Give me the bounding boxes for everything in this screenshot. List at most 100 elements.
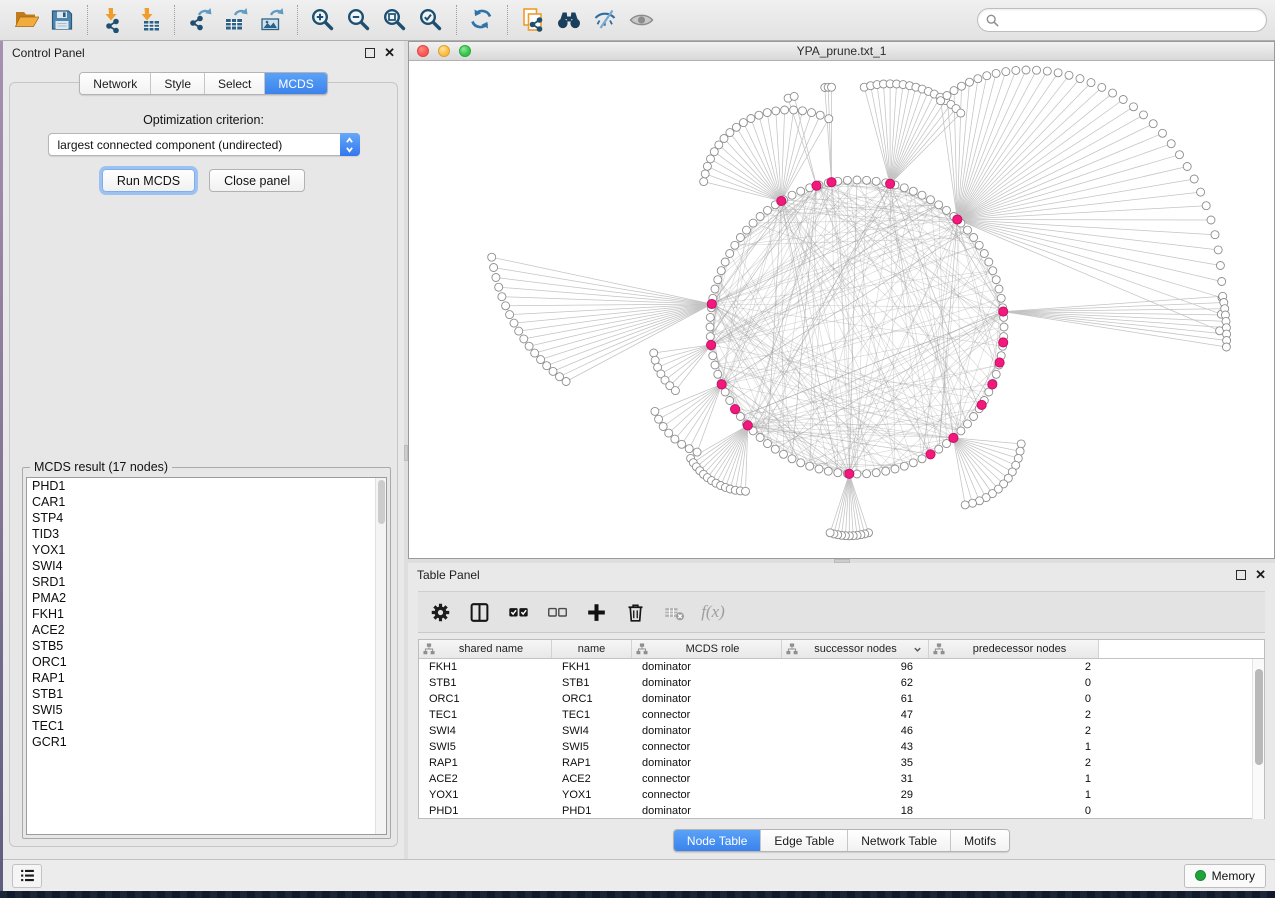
tab-motifs[interactable]: Motifs xyxy=(951,830,1009,851)
column-header-shared-name[interactable]: shared name xyxy=(419,640,552,658)
cell-successor-nodes: 29 xyxy=(782,787,929,803)
mcds-result-node[interactable]: ORC1 xyxy=(27,654,386,670)
table-row-TEC1[interactable]: TEC1TEC1connector472 xyxy=(419,707,1264,723)
mcds-list-scrollbar[interactable] xyxy=(375,478,386,834)
deselect-all-button[interactable] xyxy=(545,600,569,624)
export-network-button[interactable] xyxy=(182,3,218,37)
close-window-icon[interactable] xyxy=(417,45,429,57)
save-session-button[interactable] xyxy=(44,3,80,37)
mcds-result-list[interactable]: PHD1CAR1STP4TID3YOX1SWI4SRD1PMA2FKH1ACE2… xyxy=(26,477,387,835)
minimize-window-icon[interactable] xyxy=(438,45,450,57)
delete-column-button[interactable] xyxy=(662,600,686,624)
function-button[interactable]: f(x) xyxy=(701,600,725,624)
cell-predecessor-nodes: 2 xyxy=(929,755,1099,771)
zoom-selected-button[interactable] xyxy=(413,3,449,37)
mcds-result-node[interactable]: STB1 xyxy=(27,686,386,702)
network-view[interactable] xyxy=(409,61,1274,558)
memory-button[interactable]: Memory xyxy=(1184,864,1266,888)
mcds-result-node[interactable]: ACE2 xyxy=(27,622,386,638)
sort-menu-icon[interactable] xyxy=(913,645,922,654)
column-header-MCDS-role[interactable]: MCDS role xyxy=(632,640,782,658)
table-row-SWI5[interactable]: SWI5SWI5connector431 xyxy=(419,739,1264,755)
mcds-result-node[interactable]: SRD1 xyxy=(27,574,386,590)
mcds-result-node[interactable]: TEC1 xyxy=(27,718,386,734)
task-history-button[interactable] xyxy=(12,864,42,888)
column-header-predecessor-nodes[interactable]: predecessor nodes xyxy=(929,640,1099,658)
cell-MCDS-role: dominator xyxy=(632,723,782,739)
mcds-result-node[interactable]: SWI5 xyxy=(27,702,386,718)
close-panel-button[interactable]: Close panel xyxy=(209,169,305,192)
export-table-button[interactable] xyxy=(218,3,254,37)
table-row-RAP1[interactable]: RAP1RAP1dominator352 xyxy=(419,755,1264,771)
tab-select[interactable]: Select xyxy=(205,73,265,94)
float-table-panel-icon[interactable] xyxy=(1236,570,1246,580)
mcds-result-node[interactable]: CAR1 xyxy=(27,494,386,510)
zoom-out-button[interactable] xyxy=(341,3,377,37)
table-row-STB1[interactable]: STB1STB1dominator620 xyxy=(419,675,1264,691)
tab-mcds[interactable]: MCDS xyxy=(265,73,326,94)
close-table-panel-icon[interactable]: ✕ xyxy=(1255,570,1266,580)
table-row-SWI4[interactable]: SWI4SWI4dominator462 xyxy=(419,723,1264,739)
table-scrollbar[interactable] xyxy=(1252,659,1264,819)
table-row-YOX1[interactable]: YOX1YOX1connector291 xyxy=(419,787,1264,803)
columns-button[interactable] xyxy=(467,600,491,624)
tab-network-table[interactable]: Network Table xyxy=(848,830,951,851)
cell-predecessor-nodes: 2 xyxy=(929,707,1099,723)
zoom-in-button[interactable] xyxy=(305,3,341,37)
table-row-ACE2[interactable]: ACE2ACE2connector311 xyxy=(419,771,1264,787)
tab-edge-table[interactable]: Edge Table xyxy=(761,830,848,851)
column-header-name[interactable]: name xyxy=(552,640,632,658)
add-button[interactable] xyxy=(584,600,608,624)
mcds-result-node[interactable]: YOX1 xyxy=(27,542,386,558)
mcds-result-node[interactable]: STP4 xyxy=(27,510,386,526)
network-window-titlebar[interactable]: YPA_prune.txt_1 xyxy=(409,42,1274,61)
column-header-successor-nodes[interactable]: successor nodes xyxy=(782,640,929,658)
tab-node-table[interactable]: Node Table xyxy=(674,830,762,851)
hide-unselected-icon xyxy=(592,7,618,33)
mcds-result-node[interactable]: TID3 xyxy=(27,526,386,542)
find-button[interactable] xyxy=(551,3,587,37)
mcds-result-node[interactable]: FKH1 xyxy=(27,606,386,622)
select-all-button[interactable] xyxy=(506,600,530,624)
mcds-result-node[interactable]: STB5 xyxy=(27,638,386,654)
close-panel-icon[interactable]: ✕ xyxy=(384,48,395,58)
zoom-in-icon xyxy=(310,7,336,33)
cell-successor-nodes: 96 xyxy=(782,659,929,675)
cell-MCDS-role: dominator xyxy=(632,755,782,771)
maximize-window-icon[interactable] xyxy=(459,45,471,57)
zoom-fit-button[interactable] xyxy=(377,3,413,37)
mcds-result-node[interactable]: RAP1 xyxy=(27,670,386,686)
search-input[interactable] xyxy=(1004,13,1258,27)
mcds-result-node[interactable]: PMA2 xyxy=(27,590,386,606)
tab-style[interactable]: Style xyxy=(151,73,205,94)
trash-button[interactable] xyxy=(623,600,647,624)
refresh-button[interactable] xyxy=(464,3,500,37)
search-box[interactable] xyxy=(977,8,1267,32)
mcds-result-node[interactable]: PHD1 xyxy=(27,478,386,494)
optimization-criterion-select[interactable]: largest connected component (undirected) xyxy=(48,133,360,156)
memory-status-icon xyxy=(1195,870,1206,881)
import-table-button[interactable] xyxy=(131,3,167,37)
cell-shared-name: SWI5 xyxy=(419,739,552,755)
hide-unselected-button[interactable] xyxy=(587,3,623,37)
column-type-icon xyxy=(786,643,798,655)
trash-icon xyxy=(625,602,646,623)
tab-network[interactable]: Network xyxy=(80,73,151,94)
table-row-PHD1[interactable]: PHD1PHD1dominator180 xyxy=(419,803,1264,819)
float-panel-icon[interactable] xyxy=(365,48,375,58)
cell-shared-name: ACE2 xyxy=(419,771,552,787)
gear-button[interactable] xyxy=(428,600,452,624)
open-session-button[interactable] xyxy=(8,3,44,37)
table-panel: Table Panel ✕ f(x) shared namenameMCDS r… xyxy=(408,563,1275,859)
import-network-button[interactable] xyxy=(95,3,131,37)
show-all-button[interactable] xyxy=(623,3,659,37)
table-row-FKH1[interactable]: FKH1FKH1dominator962 xyxy=(419,659,1264,675)
mcds-result-node[interactable]: GCR1 xyxy=(27,734,386,750)
run-mcds-button[interactable]: Run MCDS xyxy=(102,169,195,192)
cell-name: TEC1 xyxy=(552,707,632,723)
columns-icon xyxy=(469,602,490,623)
mcds-result-node[interactable]: SWI4 xyxy=(27,558,386,574)
export-image-button[interactable] xyxy=(254,3,290,37)
table-row-ORC1[interactable]: ORC1ORC1dominator610 xyxy=(419,691,1264,707)
clipboard-network-button[interactable] xyxy=(515,3,551,37)
